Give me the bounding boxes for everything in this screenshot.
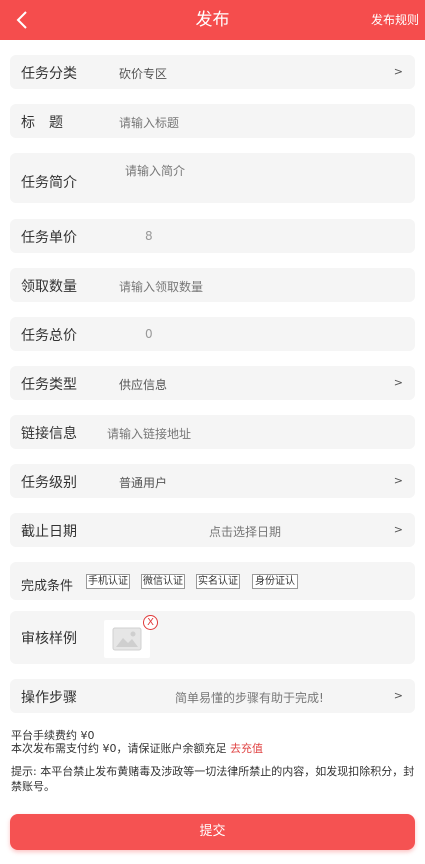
deadline-label: 截止日期 xyxy=(21,524,77,540)
publish-rules-link[interactable]: 发布规则 xyxy=(371,0,419,40)
condition-phone-checkbox[interactable]: 手机认证 xyxy=(86,574,130,589)
link-input[interactable]: 请输入链接地址 xyxy=(107,425,191,442)
category-row[interactable]: 任务分类 砍价专区 > xyxy=(10,55,415,89)
chevron-right-icon: > xyxy=(393,523,403,536)
title-row: 标 题 请输入标题 xyxy=(10,104,415,138)
intro-textarea[interactable]: 请输入简介 xyxy=(125,162,185,179)
title-input[interactable]: 请输入标题 xyxy=(119,114,179,131)
total-price-row: 任务总价 0 xyxy=(10,317,415,351)
sample-label: 审核样例 xyxy=(21,631,77,647)
submit-button[interactable]: 提交 xyxy=(10,814,415,850)
intro-row: 任务简介 请输入简介 xyxy=(10,153,415,203)
steps-label: 操作步骤 xyxy=(21,690,77,706)
task-type-value: 供应信息 xyxy=(119,378,168,392)
level-label: 任务级别 xyxy=(21,475,77,491)
link-label: 链接信息 xyxy=(21,426,77,442)
intro-label: 任务简介 xyxy=(21,175,77,191)
unit-price-row: 任务单价 8 xyxy=(10,219,415,253)
close-icon[interactable]: X xyxy=(143,615,158,630)
sample-row: 审核样例 xyxy=(10,611,415,664)
page-title: 发布 xyxy=(195,10,230,30)
title-label: 标 题 xyxy=(21,115,63,131)
deadline-picker[interactable]: 点击选择日期 xyxy=(209,523,281,540)
steps-input[interactable]: 简单易懂的步骤有助于完成! xyxy=(175,689,324,706)
deadline-row[interactable]: 截止日期 点击选择日期 > xyxy=(10,513,415,547)
condition-realname-checkbox[interactable]: 实名认证 xyxy=(196,574,240,589)
level-row[interactable]: 任务级别 普通用户 > xyxy=(10,464,415,498)
payment-text-line: 本次发布需支付约 ¥0，请保证账户余额充足 去充值 xyxy=(11,740,263,756)
notice-text: 提示: 本平台禁止发布黄赌毒及涉政等一切法律所禁止的内容，如发现扣除积分，封禁账… xyxy=(11,765,415,793)
link-row: 链接信息 请输入链接地址 xyxy=(10,415,415,449)
category-value: 砍价专区 xyxy=(119,67,168,81)
header-bar: 发布 发布规则 xyxy=(0,0,425,40)
chevron-right-icon: > xyxy=(393,474,403,487)
level-value: 普通用户 xyxy=(119,476,168,490)
payment-text: 本次发布需支付约 ¥0，请保证账户余额充足 xyxy=(11,742,227,755)
image-placeholder-icon xyxy=(112,627,142,651)
quantity-row: 领取数量 请输入领取数量 xyxy=(10,268,415,302)
condition-idcard-checkbox[interactable]: 身份证认 xyxy=(252,574,298,589)
chevron-right-icon: > xyxy=(393,689,403,702)
task-type-row[interactable]: 任务类型 供应信息 > xyxy=(10,366,415,400)
quantity-input[interactable]: 请输入领取数量 xyxy=(119,278,203,295)
total-price-label: 任务总价 xyxy=(21,328,77,344)
condition-wechat-checkbox[interactable]: 微信认证 xyxy=(141,574,185,589)
total-price-value: 0 xyxy=(145,327,153,341)
category-label: 任务分类 xyxy=(21,66,77,82)
task-type-label: 任务类型 xyxy=(21,377,77,393)
unit-price-label: 任务单价 xyxy=(21,230,77,246)
unit-price-input[interactable]: 8 xyxy=(145,229,153,243)
conditions-label: 完成条件 xyxy=(21,579,74,594)
recharge-link[interactable]: 去充值 xyxy=(230,742,263,755)
quantity-label: 领取数量 xyxy=(21,279,77,295)
chevron-right-icon: > xyxy=(393,65,403,78)
chevron-right-icon: > xyxy=(393,376,403,389)
steps-row[interactable]: 操作步骤 简单易懂的步骤有助于完成! > xyxy=(10,679,415,713)
